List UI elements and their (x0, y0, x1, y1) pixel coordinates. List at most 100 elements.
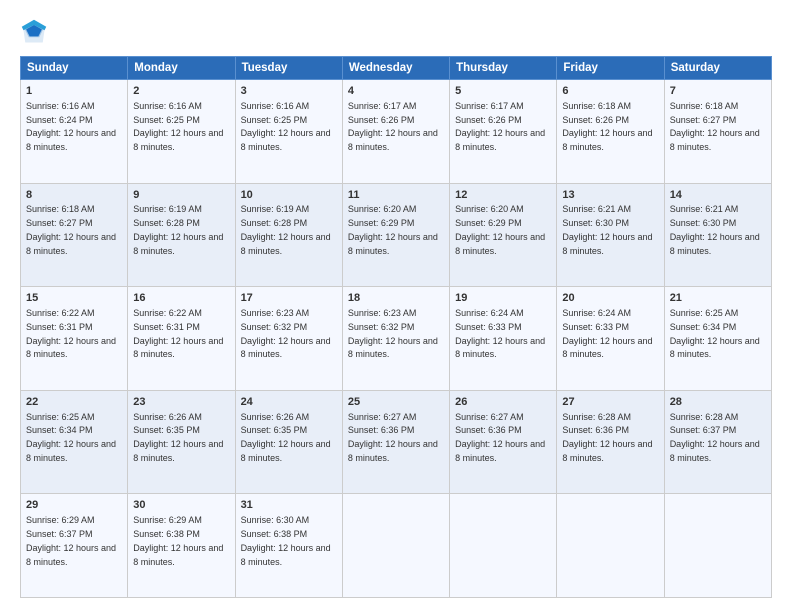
page: SundayMondayTuesdayWednesdayThursdayFrid… (0, 0, 792, 612)
day-info: Sunrise: 6:20 AMSunset: 6:29 PMDaylight:… (348, 204, 438, 255)
day-info: Sunrise: 6:28 AMSunset: 6:36 PMDaylight:… (562, 412, 652, 463)
day-info: Sunrise: 6:16 AMSunset: 6:24 PMDaylight:… (26, 101, 116, 152)
day-number: 8 (26, 188, 122, 203)
day-number: 28 (670, 395, 766, 410)
day-cell: 8Sunrise: 6:18 AMSunset: 6:27 PMDaylight… (21, 183, 128, 287)
day-info: Sunrise: 6:27 AMSunset: 6:36 PMDaylight:… (455, 412, 545, 463)
day-cell (664, 494, 771, 598)
day-info: Sunrise: 6:24 AMSunset: 6:33 PMDaylight:… (455, 308, 545, 359)
day-number: 22 (26, 395, 122, 410)
day-cell: 6 Sunrise: 6:18 AMSunset: 6:26 PMDaylight… (557, 80, 664, 184)
day-cell: 2Sunrise: 6:16 AMSunset: 6:25 PMDaylight… (128, 80, 235, 184)
day-info: Sunrise: 6:23 AMSunset: 6:32 PMDaylight:… (241, 308, 331, 359)
day-info: Sunrise: 6:30 AMSunset: 6:38 PMDaylight:… (241, 515, 331, 566)
day-cell (557, 494, 664, 598)
logo (20, 18, 52, 46)
day-cell: 28 Sunrise: 6:28 AMSunset: 6:37 PMDayligh… (664, 390, 771, 494)
day-cell: 13Sunrise: 6:21 AMSunset: 6:30 PMDayligh… (557, 183, 664, 287)
day-info: Sunrise: 6:18 AMSunset: 6:27 PMDaylight:… (670, 101, 760, 152)
day-info: Sunrise: 6:21 AMSunset: 6:30 PMDaylight:… (670, 204, 760, 255)
day-cell: 5 Sunrise: 6:17 AMSunset: 6:26 PMDaylight… (450, 80, 557, 184)
day-info: Sunrise: 6:28 AMSunset: 6:37 PMDaylight:… (670, 412, 760, 463)
day-info: Sunrise: 6:17 AMSunset: 6:26 PMDaylight:… (455, 101, 545, 152)
day-cell: 11Sunrise: 6:20 AMSunset: 6:29 PMDayligh… (342, 183, 449, 287)
day-cell: 18 Sunrise: 6:23 AMSunset: 6:32 PMDayligh… (342, 287, 449, 391)
day-number: 1 (26, 84, 122, 99)
day-cell (342, 494, 449, 598)
day-info: Sunrise: 6:21 AMSunset: 6:30 PMDaylight:… (562, 204, 652, 255)
day-info: Sunrise: 6:19 AMSunset: 6:28 PMDaylight:… (133, 204, 223, 255)
calendar-table: SundayMondayTuesdayWednesdayThursdayFrid… (20, 56, 772, 598)
day-number: 3 (241, 84, 337, 99)
col-header-monday: Monday (128, 57, 235, 80)
day-number: 13 (562, 188, 658, 203)
col-header-saturday: Saturday (664, 57, 771, 80)
day-number: 17 (241, 291, 337, 306)
day-cell: 22 Sunrise: 6:25 AMSunset: 6:34 PMDayligh… (21, 390, 128, 494)
day-cell: 17 Sunrise: 6:23 AMSunset: 6:32 PMDayligh… (235, 287, 342, 391)
day-cell: 26 Sunrise: 6:27 AMSunset: 6:36 PMDayligh… (450, 390, 557, 494)
day-cell: 25 Sunrise: 6:27 AMSunset: 6:36 PMDayligh… (342, 390, 449, 494)
day-cell: 24 Sunrise: 6:26 AMSunset: 6:35 PMDayligh… (235, 390, 342, 494)
day-number: 10 (241, 188, 337, 203)
day-cell: 20 Sunrise: 6:24 AMSunset: 6:33 PMDayligh… (557, 287, 664, 391)
day-number: 26 (455, 395, 551, 410)
col-header-tuesday: Tuesday (235, 57, 342, 80)
day-number: 2 (133, 84, 229, 99)
day-info: Sunrise: 6:18 AMSunset: 6:26 PMDaylight:… (562, 101, 652, 152)
col-header-sunday: Sunday (21, 57, 128, 80)
day-info: Sunrise: 6:29 AMSunset: 6:37 PMDaylight:… (26, 515, 116, 566)
day-number: 15 (26, 291, 122, 306)
day-number: 5 (455, 84, 551, 99)
day-cell: 14Sunrise: 6:21 AMSunset: 6:30 PMDayligh… (664, 183, 771, 287)
day-cell: 16 Sunrise: 6:22 AMSunset: 6:31 PMDayligh… (128, 287, 235, 391)
day-info: Sunrise: 6:16 AMSunset: 6:25 PMDaylight:… (241, 101, 331, 152)
day-number: 18 (348, 291, 444, 306)
day-info: Sunrise: 6:26 AMSunset: 6:35 PMDaylight:… (133, 412, 223, 463)
day-number: 20 (562, 291, 658, 306)
day-cell (450, 494, 557, 598)
day-cell: 4 Sunrise: 6:17 AMSunset: 6:26 PMDaylight… (342, 80, 449, 184)
day-number: 6 (562, 84, 658, 99)
header-row: SundayMondayTuesdayWednesdayThursdayFrid… (21, 57, 772, 80)
day-number: 7 (670, 84, 766, 99)
day-cell: 7 Sunrise: 6:18 AMSunset: 6:27 PMDaylight… (664, 80, 771, 184)
day-info: Sunrise: 6:17 AMSunset: 6:26 PMDaylight:… (348, 101, 438, 152)
day-number: 23 (133, 395, 229, 410)
day-number: 12 (455, 188, 551, 203)
day-cell: 19 Sunrise: 6:24 AMSunset: 6:33 PMDayligh… (450, 287, 557, 391)
day-cell: 10Sunrise: 6:19 AMSunset: 6:28 PMDayligh… (235, 183, 342, 287)
day-number: 9 (133, 188, 229, 203)
day-number: 27 (562, 395, 658, 410)
day-cell: 9Sunrise: 6:19 AMSunset: 6:28 PMDaylight… (128, 183, 235, 287)
day-cell: 15 Sunrise: 6:22 AMSunset: 6:31 PMDayligh… (21, 287, 128, 391)
day-info: Sunrise: 6:22 AMSunset: 6:31 PMDaylight:… (26, 308, 116, 359)
day-number: 25 (348, 395, 444, 410)
day-info: Sunrise: 6:27 AMSunset: 6:36 PMDaylight:… (348, 412, 438, 463)
day-number: 16 (133, 291, 229, 306)
day-info: Sunrise: 6:22 AMSunset: 6:31 PMDaylight:… (133, 308, 223, 359)
week-row-2: 8Sunrise: 6:18 AMSunset: 6:27 PMDaylight… (21, 183, 772, 287)
day-info: Sunrise: 6:25 AMSunset: 6:34 PMDaylight:… (26, 412, 116, 463)
day-number: 19 (455, 291, 551, 306)
day-info: Sunrise: 6:29 AMSunset: 6:38 PMDaylight:… (133, 515, 223, 566)
logo-icon (20, 18, 48, 46)
day-number: 14 (670, 188, 766, 203)
day-cell: 3 Sunrise: 6:16 AMSunset: 6:25 PMDaylight… (235, 80, 342, 184)
day-cell: 29 Sunrise: 6:29 AMSunset: 6:37 PMDayligh… (21, 494, 128, 598)
col-header-friday: Friday (557, 57, 664, 80)
day-number: 29 (26, 498, 122, 513)
day-number: 4 (348, 84, 444, 99)
day-cell: 31Sunrise: 6:30 AMSunset: 6:38 PMDayligh… (235, 494, 342, 598)
day-info: Sunrise: 6:24 AMSunset: 6:33 PMDaylight:… (562, 308, 652, 359)
week-row-5: 29 Sunrise: 6:29 AMSunset: 6:37 PMDayligh… (21, 494, 772, 598)
col-header-thursday: Thursday (450, 57, 557, 80)
week-row-3: 15 Sunrise: 6:22 AMSunset: 6:31 PMDayligh… (21, 287, 772, 391)
day-cell: 12Sunrise: 6:20 AMSunset: 6:29 PMDayligh… (450, 183, 557, 287)
day-info: Sunrise: 6:19 AMSunset: 6:28 PMDaylight:… (241, 204, 331, 255)
day-number: 24 (241, 395, 337, 410)
col-header-wednesday: Wednesday (342, 57, 449, 80)
day-info: Sunrise: 6:26 AMSunset: 6:35 PMDaylight:… (241, 412, 331, 463)
day-info: Sunrise: 6:23 AMSunset: 6:32 PMDaylight:… (348, 308, 438, 359)
week-row-4: 22 Sunrise: 6:25 AMSunset: 6:34 PMDayligh… (21, 390, 772, 494)
